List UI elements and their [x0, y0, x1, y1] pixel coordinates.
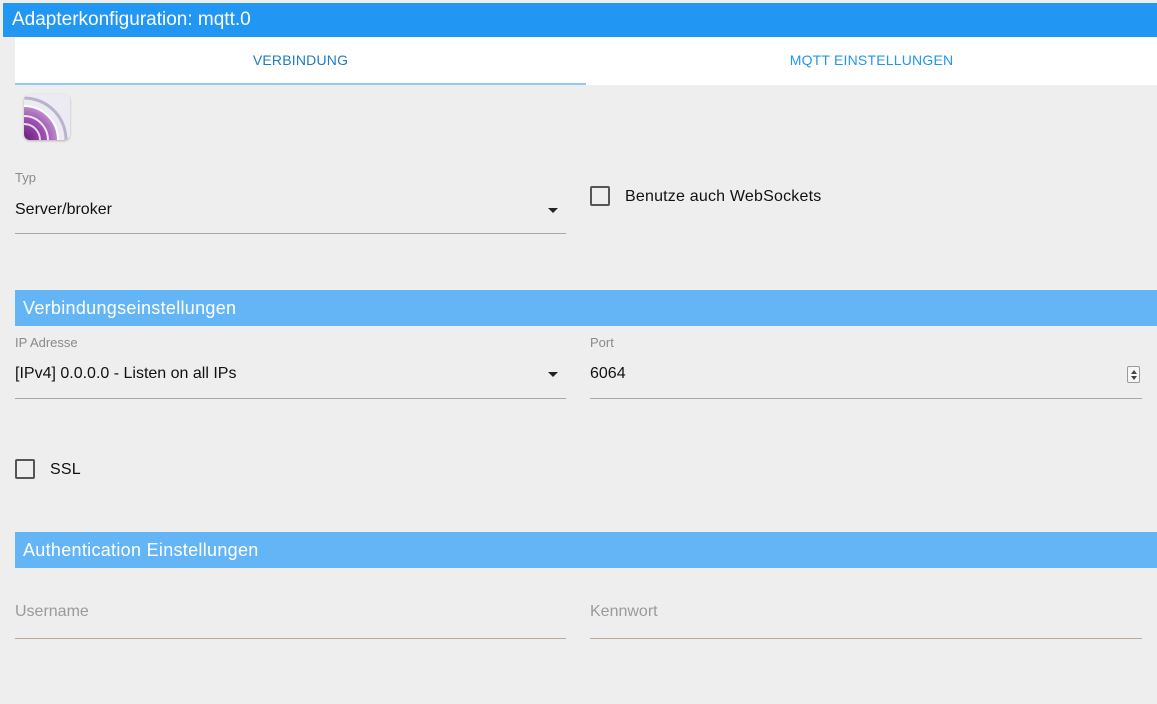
- chevron-down-icon[interactable]: [548, 372, 558, 377]
- window-title: Adapterkonfiguration: mqtt.0: [3, 3, 1157, 37]
- username-field[interactable]: Username: [15, 603, 89, 621]
- ip-select[interactable]: [IPv4] 0.0.0.0 - Listen on all IPs: [15, 365, 236, 383]
- typ-label: Typ: [15, 170, 36, 185]
- port-stepper[interactable]: [1127, 366, 1140, 383]
- websockets-label: Benutze auch WebSockets: [625, 188, 822, 205]
- tab-verbindung[interactable]: VERBINDUNG: [15, 37, 586, 85]
- port-label: Port: [590, 335, 614, 350]
- port-input[interactable]: 6064: [590, 365, 626, 383]
- section-header-connection: Verbindungseinstellungen: [15, 290, 1157, 326]
- mqtt-broadcast-icon: [24, 94, 70, 140]
- tab-bar: VERBINDUNG MQTT EINSTELLUNGEN: [15, 37, 1157, 85]
- typ-underline: [15, 233, 566, 234]
- typ-select[interactable]: Server/broker: [15, 201, 112, 219]
- chevron-down-icon[interactable]: [548, 208, 558, 213]
- password-field[interactable]: Kennwort: [590, 603, 658, 621]
- port-underline: [590, 398, 1142, 399]
- username-underline: [15, 638, 566, 639]
- arrow-up-icon[interactable]: [1131, 370, 1137, 374]
- ip-label: IP Adresse: [15, 335, 78, 350]
- ssl-label: SSL: [50, 461, 81, 478]
- section-header-auth: Authentication Einstellungen: [15, 532, 1157, 568]
- ssl-checkbox[interactable]: [15, 459, 35, 479]
- tab-mqtt-einstellungen[interactable]: MQTT EINSTELLUNGEN: [586, 37, 1157, 85]
- ip-underline: [15, 398, 566, 399]
- websockets-checkbox[interactable]: [590, 186, 610, 206]
- arrow-down-icon[interactable]: [1131, 376, 1137, 380]
- password-underline: [590, 638, 1142, 639]
